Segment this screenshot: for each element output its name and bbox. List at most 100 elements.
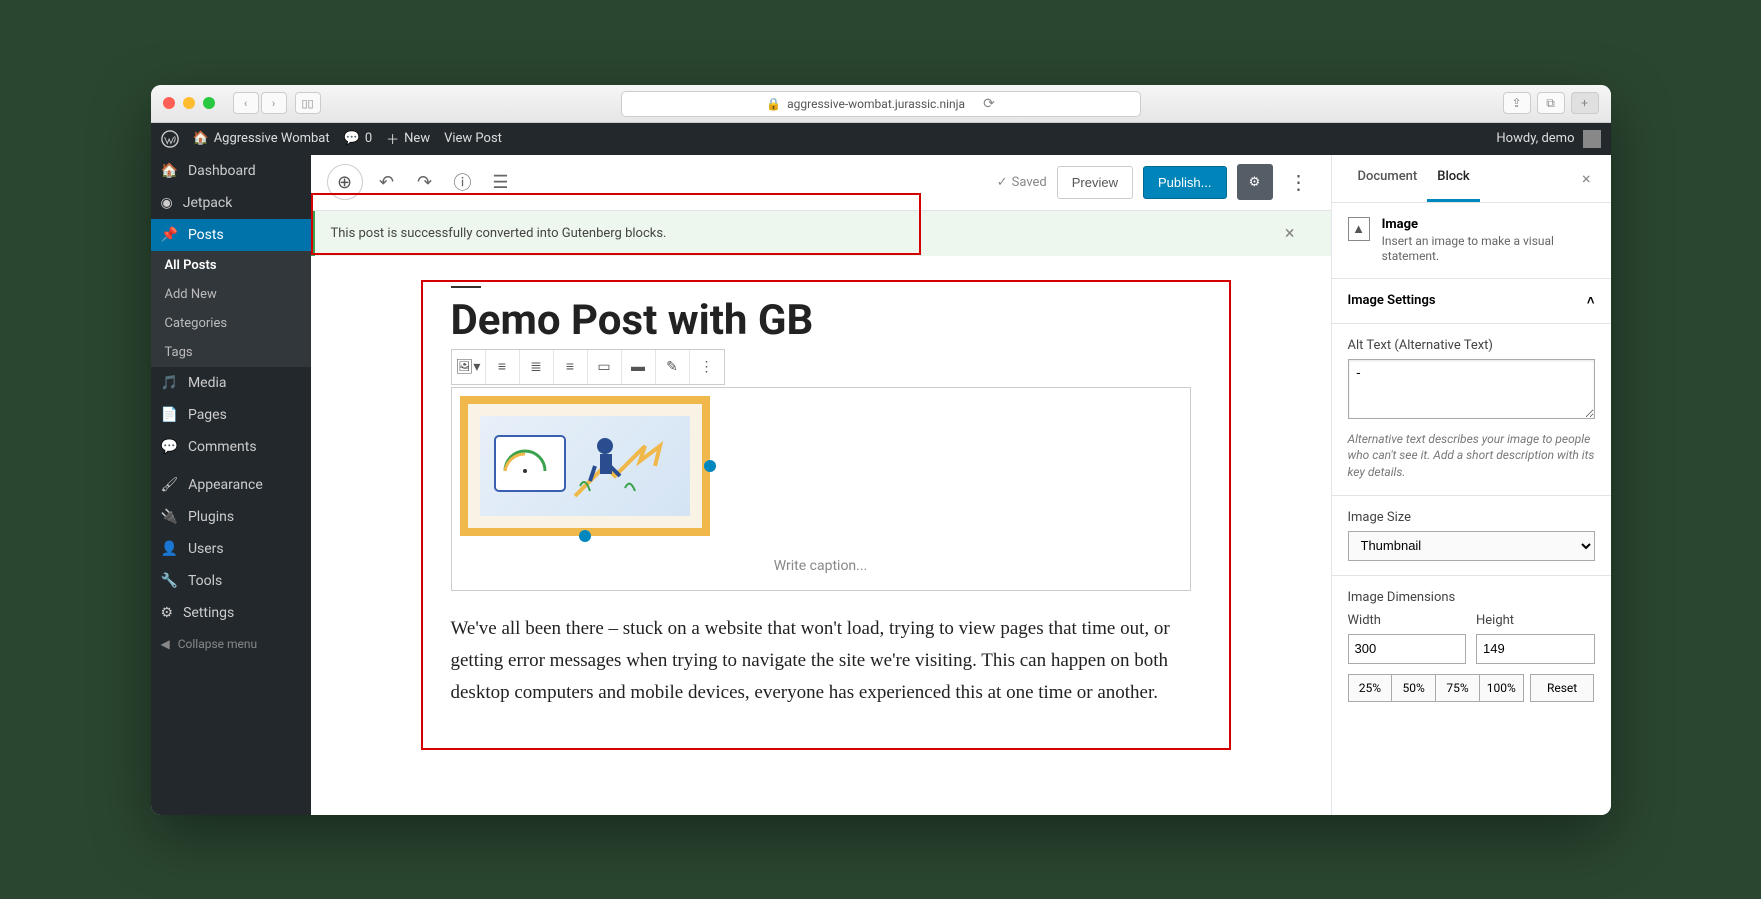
tab-block[interactable]: Block (1427, 155, 1479, 202)
back-button[interactable]: ‹ (233, 92, 259, 114)
menu-users[interactable]: 👤Users (151, 533, 311, 565)
share-icon[interactable]: ⇪ (1503, 92, 1531, 114)
browser-titlebar: ‹ › ▯▯ 🔒 aggressive-wombat.jurassic.ninj… (151, 85, 1611, 123)
menu-appearance[interactable]: 🖌Appearance (151, 469, 311, 501)
width-input[interactable] (1348, 634, 1467, 664)
block-more-icon[interactable]: ⋮ (690, 350, 724, 384)
scale-25-button[interactable]: 25% (1348, 674, 1393, 702)
width-label: Width (1348, 613, 1467, 628)
block-name: Image (1382, 217, 1595, 232)
submenu-categories[interactable]: Categories (151, 309, 311, 338)
forward-button[interactable]: › (261, 92, 287, 114)
window-zoom-icon[interactable] (203, 97, 215, 109)
menu-plugins[interactable]: 🔌Plugins (151, 501, 311, 533)
paragraph-block[interactable]: We've all been there – stuck on a websit… (451, 613, 1191, 710)
comments-link[interactable]: 💬 0 (344, 131, 373, 146)
outline-button[interactable]: ☰ (487, 168, 515, 196)
scale-75-button[interactable]: 75% (1435, 674, 1480, 702)
resize-handle-right[interactable] (704, 460, 716, 472)
inspector-close-button[interactable]: × (1578, 155, 1595, 202)
submenu-add-new[interactable]: Add New (151, 280, 311, 309)
notice-close-button[interactable]: × (1265, 223, 1315, 244)
redo-button[interactable]: ↷ (411, 168, 439, 196)
image-block[interactable]: Write caption... (451, 387, 1191, 591)
comments-icon: 💬 (161, 439, 178, 455)
image-size-label: Image Size (1348, 510, 1595, 525)
users-icon: 👤 (161, 541, 178, 557)
new-content-link[interactable]: ＋ New (386, 129, 430, 148)
avatar-icon[interactable] (1583, 130, 1601, 148)
menu-tools[interactable]: 🔧Tools (151, 565, 311, 597)
undo-button[interactable]: ↶ (373, 168, 401, 196)
image-preview[interactable] (460, 396, 710, 536)
wp-logo-icon[interactable] (161, 130, 179, 148)
add-block-button[interactable]: ⊕ (327, 164, 363, 200)
collapse-menu[interactable]: ◀Collapse menu (151, 629, 311, 659)
pin-icon: 📌 (161, 227, 178, 243)
menu-media[interactable]: 🎵Media (151, 367, 311, 399)
alt-text-label: Alt Text (Alternative Text) (1348, 338, 1595, 353)
image-caption-input[interactable]: Write caption... (460, 550, 1182, 582)
post-title[interactable]: Demo Post with GB (451, 296, 1191, 345)
sidebar-toggle-icon[interactable]: ▯▯ (295, 92, 321, 114)
gear-icon: ⚙ (1249, 174, 1261, 190)
info-button[interactable]: ⓘ (449, 168, 477, 196)
wp-admin-bar: 🏠 Aggressive Wombat 💬 0 ＋ New View Post … (151, 123, 1611, 155)
menu-dashboard[interactable]: 🏠Dashboard (151, 155, 311, 187)
title-rule (451, 286, 481, 288)
more-menu[interactable]: ⋮ (1283, 170, 1315, 194)
edit-image-icon[interactable]: ✎ (656, 350, 690, 384)
publish-button[interactable]: Publish... (1143, 166, 1226, 199)
block-type-image-icon[interactable]: 🖼▾ (452, 350, 486, 384)
menu-settings[interactable]: ⚙Settings (151, 597, 311, 629)
pages-icon: 📄 (161, 407, 178, 423)
block-description: Insert an image to make a visual stateme… (1382, 234, 1554, 263)
alt-text-help: Alternative text describes your image to… (1348, 431, 1595, 481)
image-settings-toggle[interactable]: Image Settings ˄ (1348, 293, 1595, 309)
menu-jetpack[interactable]: ◉Jetpack (151, 187, 311, 219)
illustration-icon (480, 416, 690, 516)
media-icon: 🎵 (161, 375, 178, 391)
submenu-tags[interactable]: Tags (151, 338, 311, 367)
align-right-icon[interactable]: ≡ (554, 350, 588, 384)
menu-posts[interactable]: 📌Posts (151, 219, 311, 251)
collapse-icon: ◀ (161, 637, 170, 651)
success-notice: This post is successfully converted into… (311, 211, 1331, 256)
howdy-text[interactable]: Howdy, demo (1496, 131, 1574, 146)
align-center-icon[interactable]: ≣ (520, 350, 554, 384)
url-text: aggressive-wombat.jurassic.ninja (787, 97, 965, 111)
menu-pages[interactable]: 📄Pages (151, 399, 311, 431)
address-bar[interactable]: 🔒 aggressive-wombat.jurassic.ninja ⟳ (621, 91, 1141, 117)
scale-50-button[interactable]: 50% (1391, 674, 1436, 702)
window-minimize-icon[interactable] (183, 97, 195, 109)
settings-button[interactable]: ⚙ (1237, 164, 1273, 200)
editor-toolbar: ⊕ ↶ ↷ ⓘ ☰ ✓Saved Preview Publish... ⚙ ⋮ (311, 155, 1331, 211)
lock-icon: 🔒 (766, 97, 781, 111)
submenu-all-posts[interactable]: All Posts (151, 251, 311, 280)
preview-button[interactable]: Preview (1057, 166, 1133, 199)
align-full-icon[interactable]: ▬ (622, 350, 656, 384)
align-left-icon[interactable]: ≡ (486, 350, 520, 384)
tab-document[interactable]: Document (1348, 155, 1428, 202)
sliders-icon: ⚙ (161, 605, 174, 621)
dimensions-label: Image Dimensions (1348, 590, 1595, 605)
view-post-link[interactable]: View Post (444, 131, 502, 146)
window-close-icon[interactable] (163, 97, 175, 109)
new-tab-button[interactable]: + (1571, 92, 1599, 114)
menu-comments[interactable]: 💬Comments (151, 431, 311, 463)
wrench-icon: 🔧 (161, 573, 178, 589)
resize-handle-bottom[interactable] (579, 530, 591, 542)
reset-button[interactable]: Reset (1530, 674, 1595, 702)
align-wide-icon[interactable]: ▭ (588, 350, 622, 384)
height-input[interactable] (1476, 634, 1595, 664)
site-name-link[interactable]: 🏠 Aggressive Wombat (193, 131, 330, 146)
inspector-sidebar: Document Block × ▲ Image Insert an image… (1331, 155, 1611, 815)
block-toolbar: 🖼▾ ≡ ≣ ≡ ▭ ▬ ✎ ⋮ (451, 349, 725, 385)
height-label: Height (1476, 613, 1595, 628)
reload-icon[interactable]: ⟳ (983, 96, 995, 112)
alt-text-input[interactable]: - (1348, 359, 1595, 419)
scale-100-button[interactable]: 100% (1479, 674, 1524, 702)
image-block-icon: ▲ (1348, 217, 1370, 241)
image-size-select[interactable]: Thumbnail (1348, 531, 1595, 561)
tabs-icon[interactable]: ⧉ (1537, 92, 1565, 114)
